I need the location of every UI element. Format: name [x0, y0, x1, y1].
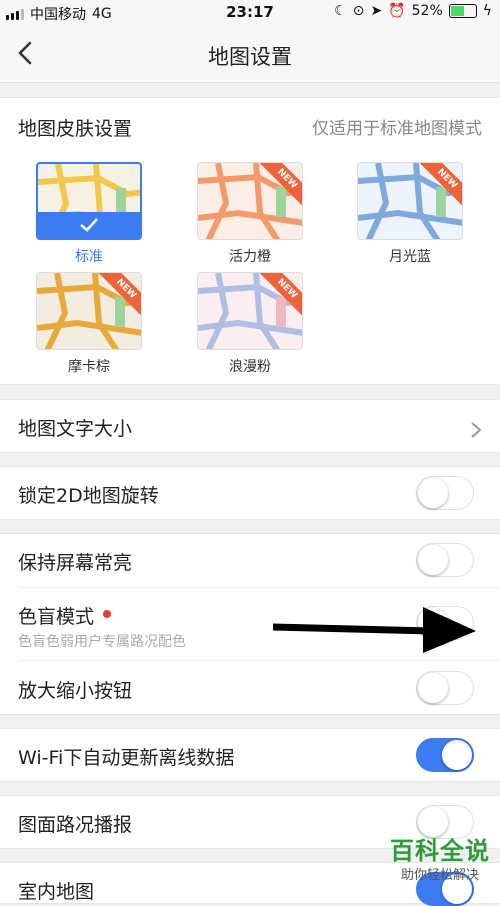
- text-size-row[interactable]: 地图文字大小: [0, 399, 500, 453]
- watermark-logo: 百科全说 助你轻松解决: [390, 831, 490, 883]
- orientation-lock-icon: ⊙: [352, 3, 365, 19]
- skin-section: 地图皮肤设置 仅适用于标准地图模式 标准 NEW 活力橙 NEW 月光蓝 NEW…: [0, 97, 500, 385]
- lock-rotation-toggle[interactable]: [416, 476, 474, 510]
- text-size-label: 地图文字大小: [18, 418, 133, 440]
- skin-section-title: 地图皮肤设置: [18, 118, 133, 140]
- navigation-bar: 地图设置: [0, 26, 500, 83]
- skin-option-mocha[interactable]: NEW 摩卡棕: [36, 272, 142, 376]
- location-icon: ➤: [370, 3, 383, 19]
- skin-thumbnail: NEW: [197, 162, 303, 240]
- battery-percent: 52%: [411, 3, 443, 19]
- skin-thumbnail: NEW: [357, 162, 463, 240]
- battery-icon: [448, 4, 477, 18]
- skin-name: 摩卡棕: [68, 359, 110, 375]
- wifi-update-toggle[interactable]: [416, 738, 474, 772]
- skin-option-standard[interactable]: 标准: [36, 162, 142, 266]
- skin-name: 月光蓝: [389, 249, 431, 265]
- status-bar: 中国移动 4G 23:17 ☾ ⊙ ➤ ⏰ 52% ϟ: [0, 0, 500, 26]
- skin-thumbnail: [36, 162, 142, 240]
- color-blind-description: 色盲色弱用户专属路况配色: [18, 634, 186, 650]
- lock-rotation-section: 锁定2D地图旋转: [0, 466, 500, 520]
- check-icon: [80, 218, 98, 232]
- wifi-update-label: Wi-Fi下自动更新离线数据: [18, 747, 235, 769]
- watermark-subtitle: 助你轻松解决: [400, 868, 479, 883]
- skin-option-pink[interactable]: NEW 浪漫粉: [197, 272, 303, 376]
- keep-screen-toggle[interactable]: [416, 543, 474, 577]
- color-blind-label: 色盲模式: [18, 606, 95, 628]
- traffic-broadcast-label: 图面路况播报: [18, 814, 133, 836]
- wifi-update-section: Wi-Fi下自动更新离线数据: [0, 728, 500, 782]
- skin-thumbnail: NEW: [197, 272, 303, 350]
- selected-bar: [38, 212, 140, 238]
- alarm-icon: ⏰: [388, 3, 406, 19]
- zoom-buttons-toggle[interactable]: [416, 671, 474, 705]
- page-title: 地图设置: [208, 45, 292, 69]
- new-dot: [103, 610, 111, 618]
- skin-option-blue[interactable]: NEW 月光蓝: [357, 162, 463, 266]
- annotation-arrow-icon: [273, 607, 476, 653]
- zoom-buttons-label: 放大缩小按钮: [18, 680, 133, 702]
- indoor-map-label: 室内地图: [18, 881, 95, 903]
- skin-name: 活力橙: [229, 249, 271, 265]
- skin-thumbnail: NEW: [36, 272, 142, 350]
- skin-name: 标准: [75, 249, 103, 265]
- lock-rotation-label: 锁定2D地图旋转: [18, 485, 159, 507]
- moon-icon: ☾: [334, 3, 347, 19]
- chevron-right-icon: [471, 422, 482, 438]
- skin-section-note: 仅适用于标准地图模式: [312, 119, 482, 139]
- skin-name: 浪漫粉: [229, 359, 271, 375]
- skin-option-orange[interactable]: NEW 活力橙: [197, 162, 303, 266]
- charging-icon: ϟ: [482, 3, 492, 19]
- divider: [18, 587, 500, 588]
- watermark-title: 百科全说: [390, 837, 490, 865]
- divider: [18, 660, 500, 661]
- keep-screen-label: 保持屏幕常亮: [18, 552, 133, 574]
